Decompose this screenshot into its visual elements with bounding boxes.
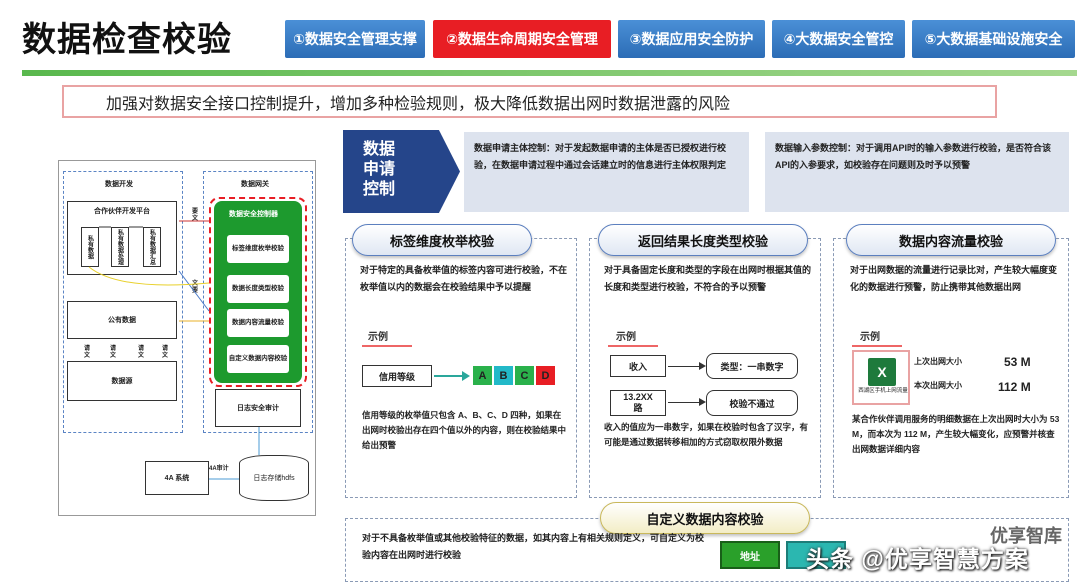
4a-audit-label: 4A审计: [209, 466, 229, 472]
check-content-flow: 数据内容流量校验: [227, 309, 289, 337]
this-size-value: 112 M: [998, 380, 1031, 394]
log-storage-cylinder: 日志存储hdfs: [239, 455, 309, 501]
param-control-box: 数据输入参数控制：对于调用API时的输入参数进行校验，是否符合该API的入参要求…: [765, 132, 1069, 212]
watermark-toutiao: 头条 @优享智慧方案: [806, 546, 1029, 572]
last-size-value: 53 M: [1004, 355, 1031, 369]
data-request-control-arrow: 数据申请控制: [343, 130, 460, 213]
length-type-note: 收入的值应为一串数字，如果在校验时包含了汉字，有可能是通过数据转移相加的方式窃取…: [604, 422, 809, 447]
controller-title: 数据安全控制器: [229, 211, 278, 218]
length-type-example-underline: [608, 345, 658, 347]
length-type-example-label: 示例: [616, 332, 636, 343]
check-fail-box: 校验不通过: [706, 390, 798, 416]
partner-platform-label: 合作伙伴开发平台: [94, 208, 150, 215]
tag-enum-example-label: 示例: [368, 332, 388, 343]
tab-data-lifecycle-security[interactable]: ②数据生命周期安全管理: [433, 20, 611, 58]
data-source-box: 数据源: [67, 361, 177, 401]
income-value-field: 13.2XX 路: [610, 390, 666, 416]
gateway-zone-title: 数据网关: [241, 181, 269, 188]
enum-value-a: A: [473, 366, 492, 385]
log-audit-box: 日志安全审计: [215, 389, 301, 427]
title-underline: [22, 70, 1077, 76]
tab-bar: ①数据安全管理支撑 ②数据生命周期安全管理 ③数据应用安全防护 ④大数据安全管控…: [285, 20, 1075, 58]
tag-enum-desc: 对于特定的具备枚举值的标签内容可进行校验，不在枚举值以内的数据会在校验结果中予以…: [360, 265, 568, 293]
architecture-diagram: 数据开发 数据网关 合作伙伴开发平台 私有数据 私有数据处理 私有数据汇总 公有…: [58, 160, 316, 516]
source-link-2: 请文: [109, 346, 116, 359]
excel-file-card: X 西湖区手机上网流量: [852, 350, 910, 405]
length-type-title: 返回结果长度类型校验: [598, 224, 808, 256]
tab-data-app-protection[interactable]: ③数据应用安全防护: [618, 20, 765, 58]
check-length-type: 数据长度类型校验: [227, 275, 289, 303]
4a-system-box: 4A 系统: [145, 461, 209, 495]
data-request-control-label: 数据申请控制: [363, 141, 396, 198]
income-field: 收入: [610, 355, 666, 377]
content-flow-example-label: 示例: [860, 332, 880, 343]
credit-level-field: 信用等级: [362, 365, 432, 387]
source-link-3: 请文: [137, 346, 144, 359]
dev-zone-title: 数据开发: [105, 181, 133, 188]
tag-enum-note: 信用等级的枚举值只包含 A、B、C、D 四种，如果在出网时校验出存在四个值以外的…: [362, 410, 567, 450]
private-data-box: 私有数据: [81, 227, 99, 267]
content-flow-example-underline: [852, 345, 902, 347]
source-link-4: 请文: [161, 346, 168, 359]
custom-content-desc: 对于不具备枚举值或其他校验特征的数据，如其内容上有相关规则定义，可自定义为校验内…: [362, 533, 705, 561]
enum-value-d: D: [536, 366, 555, 385]
excel-icon: X: [868, 358, 896, 386]
this-size-label: 本次出网大小: [914, 381, 962, 390]
public-data-box: 公有数据: [67, 301, 177, 339]
content-flow-note: 某合作伙伴调用服务的明细数据在上次出网时大小为 53 M，而本次为 112 M，…: [852, 414, 1060, 454]
address-button[interactable]: 地址: [720, 541, 780, 569]
content-flow-title: 数据内容流量校验: [846, 224, 1056, 256]
page-title: 数据检查校验: [22, 21, 232, 59]
check-tag-enum: 标签维度枚举校验: [227, 235, 289, 263]
tag-enum-arrow: [434, 375, 464, 377]
tag-enum-title: 标签维度枚举校验: [352, 224, 532, 256]
value-arrow: [668, 402, 700, 403]
excel-file-label: 西湖区手机上网流量: [858, 388, 908, 394]
subject-control-box: 数据申请主体控制：对于发起数据申请的主体是否已授权进行校验，在数据申请过程中通过…: [464, 132, 749, 212]
tag-enum-example-underline: [362, 345, 412, 347]
tab-data-security-support[interactable]: ①数据安全管理支撑: [285, 20, 425, 58]
summary-banner: 加强对数据安全接口控制提升，增加多种检验规则，极大降低数据出网时数据泄露的风险: [62, 85, 997, 118]
enum-value-b: B: [494, 366, 513, 385]
check-custom-content: 自定义数据内容校验: [227, 345, 289, 373]
content-flow-desc: 对于出网数据的流量进行记录比对，产生较大幅度变化的数据进行预警，防止携带其他数据…: [850, 265, 1058, 293]
enum-value-c: C: [515, 366, 534, 385]
length-type-desc: 对于具备固定长度和类型的字段在出网时根据其值的长度和类型进行校验，不符合的予以预…: [604, 265, 812, 293]
request-link-2: 文要: [191, 281, 198, 294]
tag-enum-arrowhead: [462, 371, 470, 381]
request-link-1: 要文: [191, 209, 198, 222]
private-processing-box: 私有数据处理: [111, 227, 129, 267]
tab-big-data-control[interactable]: ④大数据安全管控: [772, 20, 905, 58]
private-summary-box: 私有数据汇总: [143, 227, 161, 267]
value-arrowhead: [699, 398, 706, 406]
income-type-box: 类型：一串数字: [706, 353, 798, 379]
income-arrowhead: [699, 362, 706, 370]
income-arrow: [668, 366, 700, 367]
tab-big-data-infrastructure[interactable]: ⑤大数据基础设施安全: [912, 20, 1075, 58]
source-link-1: 请文: [83, 346, 90, 359]
last-size-label: 上次出网大小: [914, 357, 962, 366]
